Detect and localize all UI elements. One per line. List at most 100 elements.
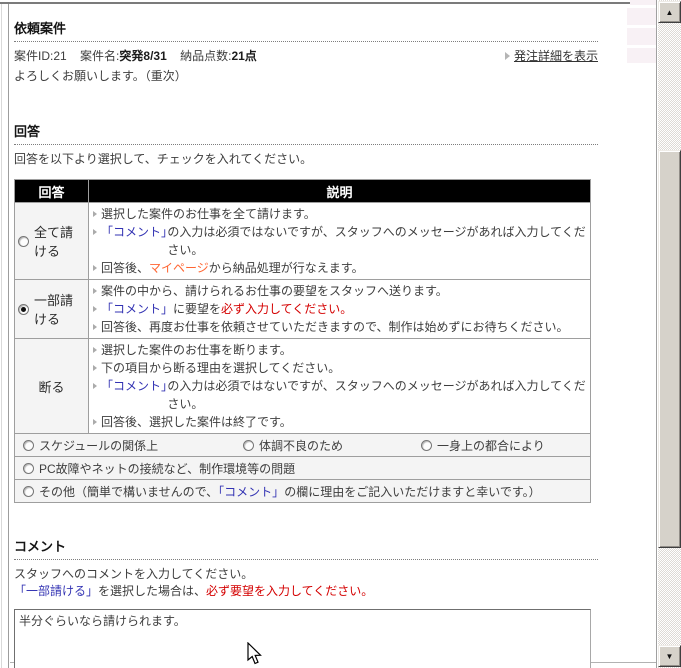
- decline-reason-pc-row: PC故障やネットの接続など、制作環境等の問題: [15, 457, 591, 480]
- comment-textarea[interactable]: 半分ぐらいなら請けられます。: [14, 609, 591, 668]
- scrollbar-down-button[interactable]: ▼: [658, 645, 681, 667]
- radio-reason-schedule[interactable]: [23, 440, 34, 451]
- reason-pc-trouble-label: PC故障やネットの接続など、制作環境等の問題: [39, 460, 295, 477]
- radio-reason-pc-trouble[interactable]: [23, 463, 34, 474]
- bullet-icon: [93, 211, 97, 217]
- comment-warning-segment: を選択した場合は、: [98, 584, 206, 598]
- description-segment: の入力は必須ではないですが、スタッフへのメッセージがあれば入力してください。: [167, 377, 586, 413]
- bullet-icon: [93, 229, 97, 235]
- description-line: 回答後、再度お仕事を依頼させていただきますので、制作は始めずにお待ちください。: [101, 318, 569, 336]
- table-row: PC故障やネットの接続など、制作環境等の問題: [15, 457, 591, 480]
- option-accept-part-cell[interactable]: 一部請ける: [15, 280, 89, 339]
- required-warning-text: 必ず入力してください。: [221, 300, 352, 318]
- case-name-label: 案件名:: [80, 49, 119, 63]
- bullet-icon: [93, 306, 97, 312]
- comment-warning: 「一部請ける」を選択した場合は、必ず要望を入力してください。: [14, 583, 598, 600]
- mypage-link-text: マイページ: [149, 259, 209, 277]
- reason-other-segment: の欄に理由をご記入いただけますと幸いです。）: [284, 485, 540, 499]
- answer-section-title: 回答: [14, 121, 598, 140]
- main-content: 依頼案件 案件ID:21 案件名:突発8/31 納品点数:21点 発注詳細を表示…: [14, 18, 598, 668]
- table-header-row: 回答 説明: [15, 180, 591, 203]
- radio-reason-other[interactable]: [23, 486, 34, 497]
- case-qty-value: 21点: [231, 49, 256, 63]
- comment-instruction: スタッフへのコメントを入力してください。: [14, 566, 598, 583]
- order-detail-link[interactable]: 発注詳細を表示: [505, 48, 598, 64]
- bullet-icon: [93, 383, 97, 389]
- table-row: その他（簡単で構いませんので、「コメント」の欄に理由をご記入いただけますと幸いで…: [15, 480, 591, 503]
- link-arrow-icon: [505, 52, 510, 60]
- request-section-title: 依頼案件: [14, 18, 598, 37]
- table-row: 一部請ける 案件の中から、請けられるお仕事の要望をスタッフへ送ります。 「コメン…: [15, 280, 591, 339]
- up-arrow-icon: ▲: [666, 8, 674, 17]
- reason-other-segment: 「コメント」: [218, 485, 284, 499]
- option-accept-part-label: 一部請ける: [34, 290, 85, 328]
- answer-table: 回答 説明 全て請ける 選択した案件のお仕事を全て請けます。 「コメント」の入力…: [14, 179, 591, 503]
- option-decline-label: 断る: [38, 380, 64, 395]
- background-row-fragment: [627, 28, 656, 45]
- option-accept-part-description: 案件の中から、請けられるお仕事の要望をスタッフへ送ります。 「コメント」に要望を…: [89, 280, 591, 339]
- background-row-fragment: [627, 48, 656, 63]
- header-answer: 回答: [15, 180, 89, 203]
- decline-reasons-row1: スケジュールの関係上 体調不良のため 一身上の都合により: [15, 434, 591, 457]
- description-segment: 「コメント」: [101, 223, 167, 241]
- frame-left-border: [8, 4, 9, 668]
- reason-schedule-label: スケジュールの関係上: [39, 437, 158, 454]
- comment-section-title: コメント: [14, 536, 598, 555]
- reason-other-segment: その他（簡単で構いませんので、: [39, 485, 218, 499]
- scrollbar-thumb[interactable]: [658, 150, 681, 548]
- reason-health[interactable]: 体調不良のため: [243, 437, 421, 454]
- description-segment: 「コメント」: [101, 300, 173, 318]
- frame-left-border-outer: [1, 4, 2, 668]
- table-row: 断る 選択した案件のお仕事を断ります。 下の項目から断る理由を選択してください。…: [15, 339, 591, 434]
- bullet-icon: [93, 347, 97, 353]
- background-row-fragment: [630, 0, 656, 5]
- divider: [14, 558, 598, 560]
- radio-reason-health[interactable]: [243, 440, 254, 451]
- case-info-row: 案件ID:21 案件名:突発8/31 納品点数:21点 発注詳細を表示: [14, 48, 598, 64]
- option-decline-description: 選択した案件のお仕事を断ります。 下の項目から断る理由を選択してください。 「コ…: [89, 339, 591, 434]
- case-name-value: 突発8/31: [119, 49, 166, 63]
- bullet-icon: [93, 288, 97, 294]
- answer-instruction: 回答を以下より選択して、チェックを入れてください。: [14, 151, 598, 167]
- option-decline-cell: 断る: [15, 339, 89, 434]
- bullet-icon: [93, 324, 97, 330]
- option-accept-all-label: 全て請ける: [34, 222, 85, 260]
- description-line: 選択した案件のお仕事を全て請けます。: [101, 205, 316, 223]
- comment-warning-required: 必ず要望を入力してください。: [206, 584, 373, 598]
- decline-reason-other-row: その他（簡単で構いませんので、「コメント」の欄に理由をご記入いただけますと幸いで…: [15, 480, 591, 503]
- order-detail-link-label: 発注詳細を表示: [514, 48, 598, 64]
- reason-personal[interactable]: 一身上の都合により: [421, 437, 545, 454]
- down-arrow-icon: ▼: [666, 652, 674, 661]
- client-message: よろしくお願いします。（重次）: [14, 68, 598, 84]
- radio-accept-all[interactable]: [18, 236, 29, 247]
- reason-other[interactable]: その他（簡単で構いませんので、「コメント」の欄に理由をご記入いただけますと幸いで…: [23, 483, 586, 500]
- option-accept-all-description: 選択した案件のお仕事を全て請けます。 「コメント」の入力は必須ではないですが、ス…: [89, 203, 591, 280]
- divider: [14, 40, 598, 42]
- case-qty-label: 納品点数:: [180, 49, 231, 63]
- case-info: 案件ID:21 案件名:突発8/31 納品点数:21点: [14, 48, 257, 64]
- description-segment: の入力は必須ではないですが、スタッフへのメッセージがあれば入力してください。: [167, 223, 586, 259]
- reason-other-label: その他（簡単で構いませんので、「コメント」の欄に理由をご記入いただけますと幸いで…: [39, 483, 541, 500]
- table-row: 全て請ける 選択した案件のお仕事を全て請けます。 「コメント」の入力は必須ではな…: [15, 203, 591, 280]
- description-line: 案件の中から、請けられるお仕事の要望をスタッフへ送ります。: [101, 282, 448, 300]
- header-description: 説明: [89, 180, 591, 203]
- reason-pc-trouble[interactable]: PC故障やネットの接続など、制作環境等の問題: [23, 460, 586, 477]
- frame-top-border: [0, 2, 657, 4]
- option-accept-all-cell[interactable]: 全て請ける: [15, 203, 89, 280]
- case-id-label: 案件ID:: [14, 49, 53, 63]
- bullet-icon: [93, 265, 97, 271]
- vertical-scrollbar[interactable]: ▲ ▼: [658, 0, 681, 668]
- divider: [14, 143, 598, 145]
- radio-reason-personal[interactable]: [421, 440, 432, 451]
- reason-schedule[interactable]: スケジュールの関係上: [23, 437, 243, 454]
- description-segment: 回答後、: [101, 259, 149, 277]
- case-id-value: 21: [53, 49, 66, 63]
- scrollbar-up-button[interactable]: ▲: [658, 1, 681, 23]
- description-segment: 「コメント」: [101, 377, 167, 395]
- comment-warning-segment: 「一部請ける」: [14, 584, 98, 598]
- description-line: 選択した案件のお仕事を断ります。: [101, 341, 292, 359]
- frame-right-border: [656, 0, 657, 668]
- description-segment: に要望を: [173, 300, 221, 318]
- radio-accept-part[interactable]: [18, 304, 29, 315]
- page-frame: 依頼案件 案件ID:21 案件名:突発8/31 納品点数:21点 発注詳細を表示…: [0, 0, 681, 668]
